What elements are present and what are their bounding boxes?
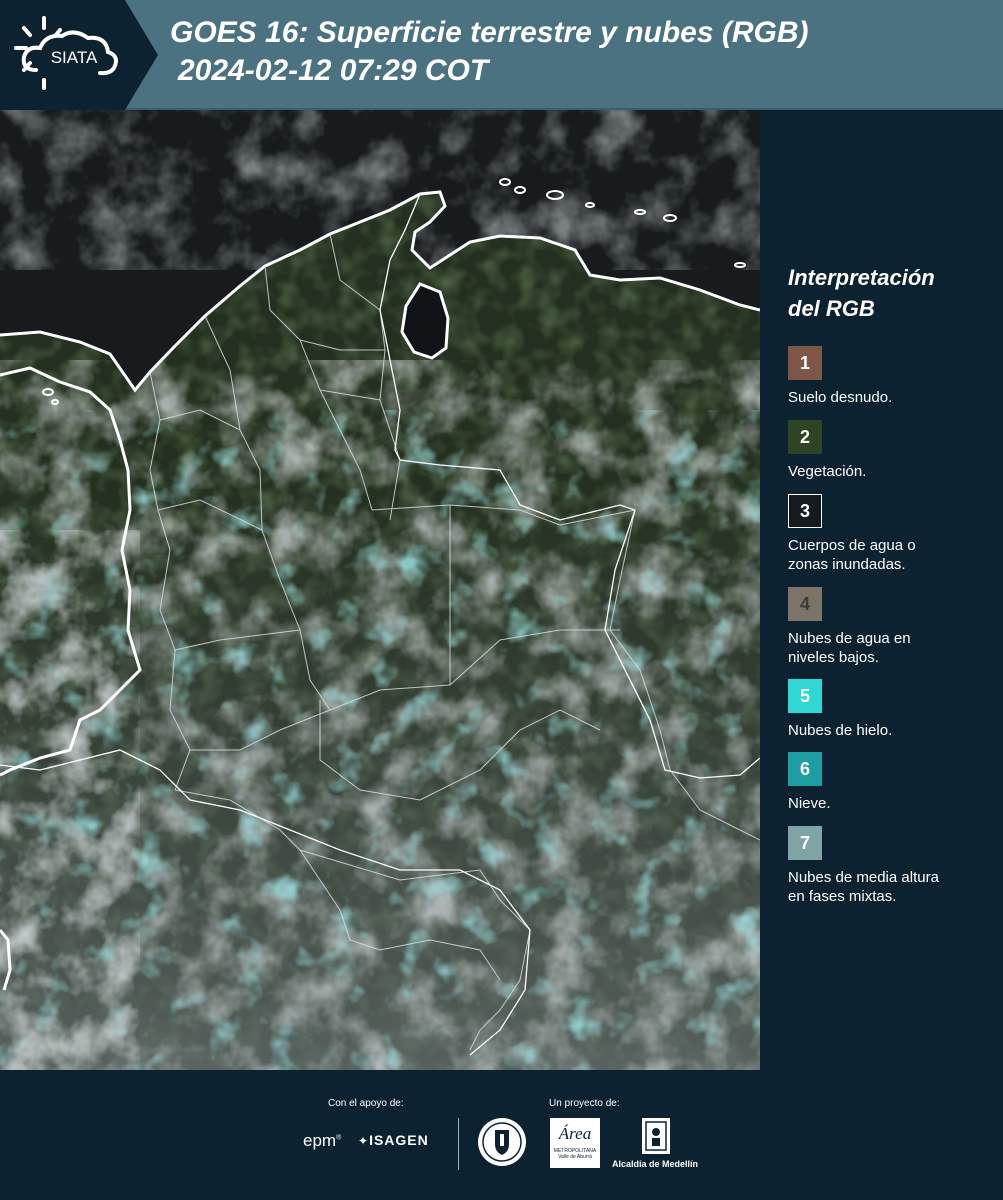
legend-title-line-2: del RGB [788, 296, 875, 321]
legend-swatch: 3 [788, 494, 822, 528]
legend-number: 4 [799, 593, 810, 614]
legend-number: 3 [799, 500, 810, 521]
legend-number: 5 [799, 685, 810, 706]
legend-label: Cuerpos de agua o zonas inundadas. [788, 537, 916, 573]
title-line-1: GOES 16: Superficie terrestre y nubes (R… [170, 16, 809, 49]
page: SIATA GOES 16: Superficie terrestre y nu… [0, 0, 1003, 1200]
area-metropolitana-logo: Área METROPOLITANA Valle de Aburrá [550, 1118, 600, 1168]
legend-swatch: 4 [788, 587, 822, 621]
legend-item-vegetation: 2 Vegetación. [788, 420, 998, 481]
satellite-map [0, 110, 760, 1070]
legend-swatch: 1 [788, 346, 822, 380]
header-bar: SIATA GOES 16: Superficie terrestre y nu… [0, 0, 1003, 110]
isagen-logo: ✦ISAGEN [358, 1132, 429, 1148]
legend-swatch: 6 [788, 752, 822, 786]
legend-panel: Interpretación del RGB 1 Suelo desnudo. … [760, 110, 1003, 1070]
support-label: Con el apoyo de: [328, 1098, 404, 1109]
legend-swatch: 2 [788, 420, 822, 454]
legend-label: Nubes de hielo. [788, 722, 893, 739]
legend-number: 7 [799, 832, 810, 853]
alcaldia-label: Alcaldía de Medellín [612, 1159, 699, 1169]
legend-item-mid-level-mixed-clouds: 7 Nubes de media altura en fases mixtas. [788, 826, 998, 906]
legend-title-line-1: Interpretación [788, 265, 935, 290]
epm-logo: epm® [303, 1131, 342, 1150]
legend-number: 6 [799, 758, 810, 779]
area-line-3: Valle de Aburrá [558, 1154, 592, 1160]
isagen-wordmark: ISAGEN [369, 1132, 429, 1148]
epm-wordmark: epm [303, 1131, 337, 1150]
legend-swatch: 5 [788, 679, 822, 713]
area-wordmark: Área [558, 1124, 592, 1143]
legend-item-water-bodies: 3 Cuerpos de agua o zonas inundadas. [788, 494, 998, 574]
legend-title: Interpretación del RGB [788, 262, 988, 324]
legend-label: Nubes de media altura en fases mixtas. [788, 869, 939, 905]
page-title: GOES 16: Superficie terrestre y nubes (R… [170, 14, 809, 90]
legend-label: Nubes de agua en niveles bajos. [788, 630, 911, 666]
siata-wordmark: SIATA [51, 48, 98, 67]
alcaldia-crest-icon [640, 1116, 672, 1161]
siata-logo: SIATA [0, 0, 160, 110]
legend-label: Nieve. [788, 795, 831, 812]
legend-label: Vegetación. [788, 463, 867, 480]
legend-number: 1 [799, 352, 810, 373]
footer: Con el apoyo de: Un proyecto de: epm® ✦I… [0, 1070, 1003, 1200]
legend-item-bare-soil: 1 Suelo desnudo. [788, 346, 998, 407]
isagen-mark-icon: ✦ [358, 1134, 370, 1148]
footer-divider [458, 1118, 459, 1170]
legend-number: 2 [799, 426, 810, 447]
legend-item-low-water-clouds: 4 Nubes de agua en niveles bajos. [788, 587, 998, 667]
legend-label: Suelo desnudo. [788, 389, 893, 406]
medellin-seal-icon [476, 1116, 528, 1173]
project-label: Un proyecto de: [549, 1098, 620, 1109]
legend-item-ice-clouds: 5 Nubes de hielo. [788, 679, 998, 740]
title-line-2: 2024-02-12 07:29 COT [178, 54, 489, 87]
legend-item-snow: 6 Nieve. [788, 752, 998, 813]
legend-swatch: 7 [788, 826, 822, 860]
